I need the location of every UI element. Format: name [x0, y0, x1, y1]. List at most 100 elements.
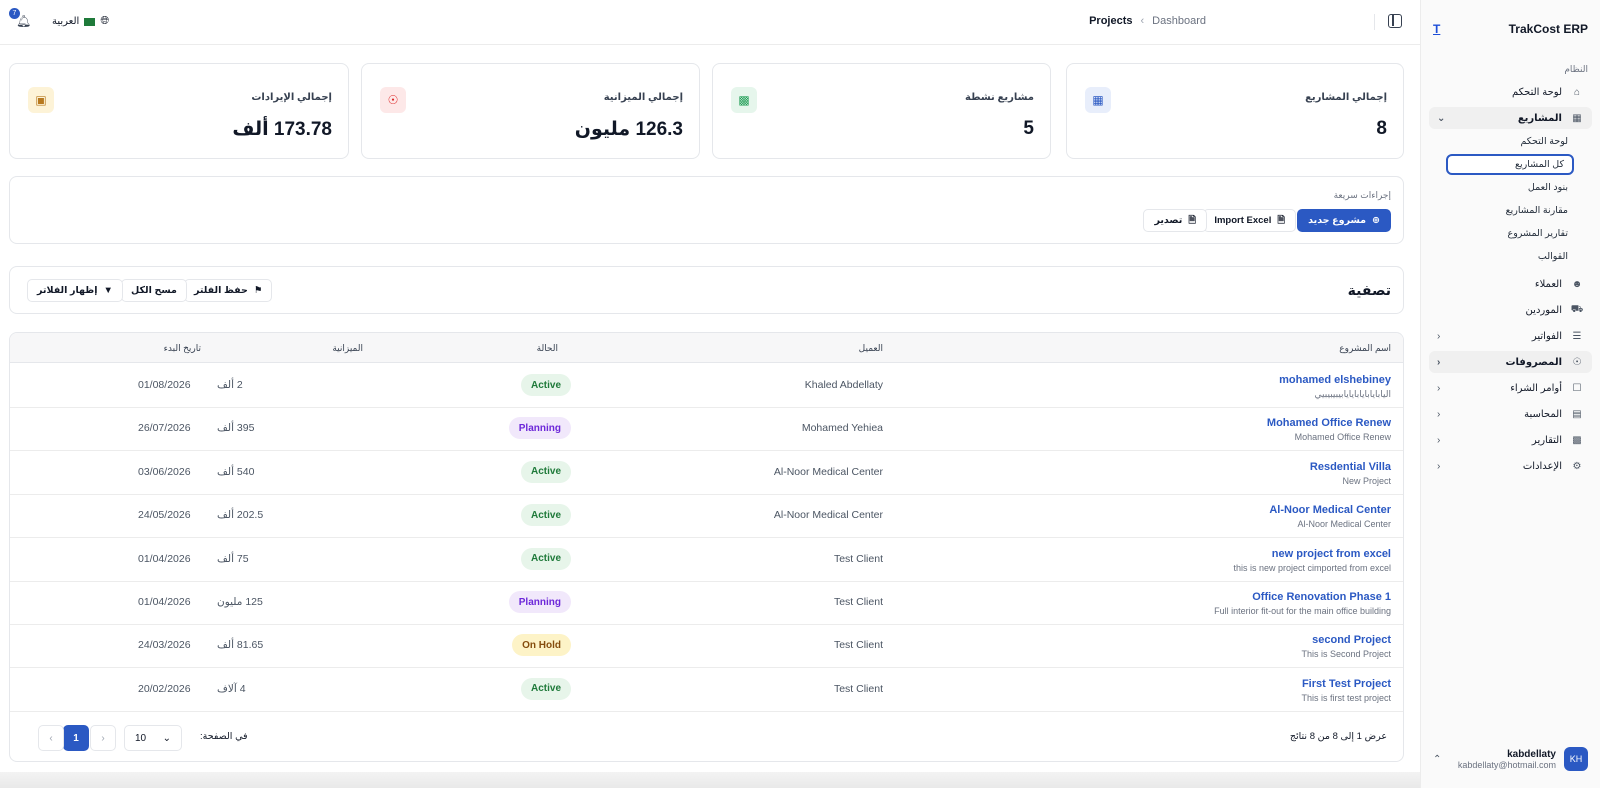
header-project-name[interactable]: اسم المشروع	[1339, 343, 1391, 354]
table-row[interactable]: mohamed elshebiney اليابايابايابايايابيبي…	[10, 364, 1403, 408]
clear-all-label: مسح الكل	[131, 285, 177, 296]
project-name-link[interactable]: Al-Noor Medical Center	[1269, 504, 1391, 516]
table-row[interactable]: Resdential Villa New Project Al-Noor Medic…	[10, 451, 1403, 495]
stat-label: مشاريع نشطة	[965, 92, 1034, 103]
chevron-left-icon: ‹	[1140, 15, 1145, 27]
chevron-left-icon: ‹	[1437, 460, 1441, 472]
dollar-icon: ☉	[1572, 356, 1582, 368]
stat-label: إجمالي الميزانية	[603, 92, 683, 103]
sidebar-item-0[interactable]: ⌂ لوحة التحكم	[1429, 81, 1592, 103]
sidebar-item-2[interactable]: ☻ العملاء	[1429, 273, 1592, 295]
status-badge: On Hold	[512, 634, 571, 657]
cash-icon: ▣	[28, 87, 54, 113]
header-status[interactable]: الحالة	[537, 343, 558, 354]
page-button-current[interactable]: 1	[63, 725, 89, 751]
table-row[interactable]: Office Renovation Phase 1 Full interior f…	[10, 581, 1403, 625]
import-excel-button[interactable]: Import Excel 🗎︎	[1203, 209, 1296, 232]
sidebar-subitem-2[interactable]: بنود العمل	[1451, 177, 1576, 198]
gear-icon: ⚙	[1572, 460, 1582, 472]
sidebar-subitem-4[interactable]: تقارير المشروع	[1451, 223, 1576, 244]
sidebar-subitem-5[interactable]: القوالب	[1451, 246, 1576, 267]
breadcrumb: Projects ‹ Dashboard	[1089, 15, 1206, 27]
language-switcher[interactable]: العربية 🌐︎	[52, 15, 109, 28]
sidebar-item-4[interactable]: ☰ الفواتير ‹	[1429, 325, 1592, 347]
show-filters-button[interactable]: ▼ إظهار الفلاتر	[27, 279, 123, 302]
project-name-link[interactable]: First Test Project	[1302, 678, 1391, 690]
header-client[interactable]: العميل	[859, 343, 883, 354]
sidebar-subitem-3[interactable]: مقارنة المشاريع	[1451, 200, 1576, 221]
next-page-button[interactable]: ›	[90, 725, 116, 751]
stat-card-active-projects: مشاريع نشطة 5 ▩	[712, 63, 1051, 159]
sidebar-toggle-icon[interactable]	[1388, 14, 1402, 28]
save-filter-button[interactable]: ⚑ حفظ الفلتر	[184, 279, 273, 302]
table-row[interactable]: new project from excel this is new projec…	[10, 538, 1403, 582]
sidebar-subitem-0[interactable]: لوحة التحكم	[1451, 131, 1576, 152]
sidebar-item-9[interactable]: ⚙ الإعدادات ‹	[1429, 455, 1592, 477]
ledger-icon: ▤	[1572, 408, 1582, 420]
project-name-link[interactable]: Mohamed Office Renew	[1267, 417, 1391, 429]
project-description: Mohamed Office Renew	[1294, 432, 1391, 443]
sidebar-item-6[interactable]: ☐ أوامر الشراء ‹	[1429, 377, 1592, 399]
project-name-link[interactable]: mohamed elshebiney	[1279, 374, 1391, 386]
save-filter-label: حفظ الفلتر	[194, 285, 248, 296]
filter-title: تصفية	[1347, 282, 1391, 298]
start-date: 01/04/2026	[138, 552, 191, 565]
sidebar-item-7[interactable]: ▤ المحاسبة ‹	[1429, 403, 1592, 425]
table-row[interactable]: second Project This is Second Project Test…	[10, 624, 1403, 669]
filter-bar: تصفية ⚑ حفظ الفلتر مسح الكل ▼ إظهار الفل…	[9, 266, 1404, 314]
filter-icon: ▼	[103, 285, 113, 296]
table-row[interactable]: Mohamed Office Renew Mohamed Office Renew…	[10, 407, 1403, 452]
building-icon: ▦	[1572, 112, 1582, 124]
chevron-right-icon: ›	[101, 732, 105, 744]
project-name-link[interactable]: new project from excel	[1272, 548, 1391, 560]
export-button[interactable]: 🗎︎ تصدير	[1143, 209, 1207, 232]
project-name-link[interactable]: Office Renovation Phase 1	[1252, 591, 1391, 603]
client-name: Test Client	[833, 639, 883, 652]
clipboard-icon: ☐	[1572, 382, 1582, 394]
sidebar-item-label: العملاء	[1534, 278, 1562, 290]
header-start-date[interactable]: تاريخ البدء	[164, 343, 201, 354]
sidebar-subitem-label: لوحة التحكم	[1520, 136, 1568, 147]
per-page-select[interactable]: 10 ⌄	[124, 725, 182, 751]
new-project-button[interactable]: ⊕ مشروع جديد	[1297, 209, 1391, 232]
project-description: this is new project cimported from excel	[1233, 562, 1391, 573]
budget-value: 2 ألف	[217, 379, 243, 391]
chevron-left-icon: ‹	[1437, 408, 1441, 420]
table-row[interactable]: First Test Project This is first test pro…	[10, 668, 1403, 712]
user-menu[interactable]: KH kabdellaty kabdellaty@hotmail.com ⌃	[1433, 744, 1588, 774]
quick-actions-title: إجراءات سريعة	[1333, 190, 1391, 200]
status-badge: Active	[520, 504, 571, 527]
app-name: TrakCost ERP	[1508, 22, 1588, 36]
status-badge: Planning	[508, 591, 571, 613]
sidebar-item-label: الموردين	[1525, 304, 1562, 316]
project-description: Full interior fit-out for the main offic…	[1214, 606, 1391, 616]
breadcrumb-dashboard[interactable]: Dashboard	[1152, 15, 1206, 27]
clear-all-button[interactable]: مسح الكل	[121, 279, 187, 302]
breadcrumb-current: Projects	[1089, 15, 1133, 27]
sidebar-item-3[interactable]: ⛟ الموردين	[1429, 299, 1592, 321]
project-name-link[interactable]: second Project	[1312, 634, 1391, 646]
user-email: kabdellaty@hotmail.com	[1457, 759, 1556, 770]
stat-value: 126.3 مليون	[574, 119, 683, 140]
stat-value: 5	[1023, 118, 1034, 139]
project-name-link[interactable]: Resdential Villa	[1310, 461, 1391, 473]
sidebar-item-1[interactable]: ▦ المشاريع ⌄	[1429, 107, 1592, 129]
bottom-strip	[0, 772, 1420, 788]
divider	[1374, 14, 1375, 30]
sidebar-item-8[interactable]: ▩ التقارير ‹	[1429, 429, 1592, 451]
start-date: 26/07/2026	[138, 422, 191, 435]
globe-icon: 🌐︎	[100, 15, 110, 27]
start-date: 03/06/2026	[138, 465, 191, 478]
sidebar-subitem-1[interactable]: كل المشاريع	[1446, 154, 1574, 175]
header-budget[interactable]: الميزانية	[332, 343, 363, 354]
app-logo[interactable]: T	[1433, 22, 1440, 36]
top-bar: 🔔︎ 7 العربية 🌐︎ Projects ‹ Dashboard	[0, 0, 1420, 45]
project-description: New Project	[1342, 475, 1391, 486]
bookmark-icon: ⚑	[253, 285, 263, 296]
prev-page-button[interactable]: ‹	[38, 725, 64, 751]
client-name: Mohamed Yehiea	[801, 422, 883, 435]
chart-icon: ▩	[731, 87, 757, 113]
chevron-up-icon: ⌃	[1433, 753, 1442, 765]
table-row[interactable]: Al-Noor Medical Center Al-Noor Medical Ce…	[10, 494, 1403, 539]
sidebar-item-5[interactable]: ☉ المصروفات ‹	[1429, 351, 1592, 373]
